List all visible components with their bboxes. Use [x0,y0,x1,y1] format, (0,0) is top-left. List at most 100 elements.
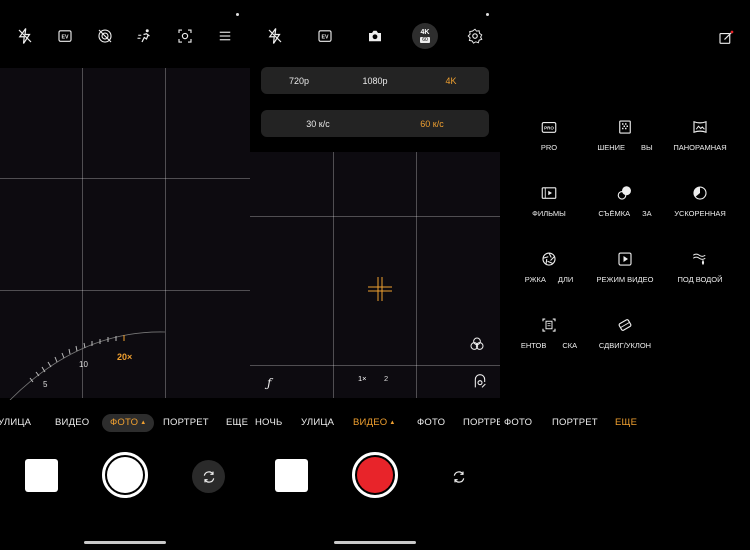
video-screen: EV 4K 60 720p 1080p 4K 30 к/с 60 к/с ƒ 1… [250,0,500,550]
mode-label: РЕЖИМ ВИДЕО [596,275,654,284]
shutter-inner [107,457,143,493]
gear-icon[interactable] [463,24,487,48]
stabilization-icon[interactable] [472,374,488,390]
status-dot [236,13,239,16]
mode-dual-view[interactable]: СЪЁМКА ЗА [585,183,665,223]
switch-camera-button[interactable] [442,460,475,493]
zoom-tick-active[interactable]: 20× [117,352,132,362]
framerate-option-30[interactable]: 30 к/с [261,119,375,129]
mode-photo[interactable]: ФОТО ▲ [102,414,155,432]
mode-underwater[interactable]: ПОД ВОДОЙ [660,249,740,289]
mode-label-part: ЕНТОВ [520,341,547,350]
mode-label: ПОД ВОДОЙ [677,275,723,284]
mode-portrait[interactable]: ПОРТРЕ [463,414,500,432]
grid-line [250,216,500,217]
zoom-tick-10: 10 [79,360,88,369]
resolution-option-4k[interactable]: 4K [413,76,489,86]
mode-video[interactable]: ВИДЕО ▲ [353,414,395,432]
edit-icon[interactable] [714,26,738,50]
long-exposure-icon [539,249,559,269]
resolution-option-720p[interactable]: 720p [261,76,337,86]
mode-long-exposure[interactable]: РЖКА ДЛИ [509,249,589,289]
mode-label-part: СКА [562,341,578,350]
svg-text:PRO: PRO [544,126,554,131]
resolution-badge[interactable]: 4K 60 [412,23,438,49]
more-modes-screen: PRO PRO ШЕНИЕ ВЫ ПАНОРАМНАЯ ФИЛЬМЫ СЪЁМКА… [500,0,750,550]
switch-camera-icon [453,470,464,483]
mode-portrait[interactable]: ПОРТРЕТ [163,414,209,432]
screens: EV 5 10 20× УЛИЦА ВИДЕО ФОТО ▲ ПОРТРЕТ Е… [0,0,750,550]
mode-highres[interactable]: ШЕНИЕ ВЫ [585,117,665,157]
mode-label-part: ШЕНИЕ [597,143,626,152]
grid-line [333,152,334,398]
mode-photo[interactable]: ФОТО [417,414,445,432]
grid-line [416,152,417,398]
mode-street[interactable]: УЛИЦА [0,414,31,432]
mode-more[interactable]: ЕЩЕ [615,414,637,432]
mode-panorama[interactable]: ПАНОРАМНАЯ [660,117,740,157]
home-indicator[interactable] [84,541,166,544]
mode-document-scan[interactable]: ЕНТОВ СКА [509,315,589,355]
mode-label: РЖКА ДЛИ [509,275,589,284]
film-icon [539,183,559,203]
resolution-selector: 720p 1080p 4K [261,67,489,94]
camera-icon[interactable] [363,24,387,48]
motion-icon[interactable] [133,24,157,48]
macro-icon[interactable] [173,24,197,48]
mode-street[interactable]: УЛИЦА [301,414,334,432]
mode-portrait[interactable]: ПОРТРЕТ [552,414,598,432]
mode-photo-label: ФОТО [110,417,139,428]
flash-off-icon[interactable] [263,24,287,48]
photo-screen: EV 5 10 20× УЛИЦА ВИДЕО ФОТО ▲ ПОРТРЕТ Е… [0,0,250,550]
mode-film[interactable]: ФИЛЬМЫ [509,183,589,223]
mode-label-part: ДЛИ [557,275,574,284]
aperture-label[interactable]: ƒ [267,376,271,390]
mode-label: ФИЛЬМЫ [532,209,566,218]
mode-pro[interactable]: PRO PRO [509,117,589,157]
caret-icon: ▲ [140,420,147,426]
live-photo-off-icon[interactable] [93,24,117,48]
ev-icon[interactable]: EV [53,24,77,48]
home-indicator[interactable] [334,541,416,544]
shutter-button[interactable] [102,452,148,498]
zoom-dial[interactable]: 5 10 20× [0,320,250,401]
mode-photo[interactable]: ФОТО [504,414,532,432]
mode-label: СЪЁМКА ЗА [585,209,665,218]
ev-icon[interactable]: EV [313,24,337,48]
gallery-thumbnail[interactable] [25,459,58,492]
ev-label: EV [61,35,69,41]
mode-label-part: СЪЁМКА [598,209,631,218]
zoom-1x[interactable]: 1× [358,374,367,383]
focus-crosshair-icon [368,277,392,301]
mode-strip: НОЧЬ УЛИЦА ВИДЕО ▲ ФОТО ПОРТРЕ [250,414,500,432]
flash-off-icon[interactable] [13,24,37,48]
switch-camera-button[interactable] [192,460,225,493]
pro-mode-icon: PRO [539,117,559,137]
zoom-2x[interactable]: 2 [384,374,388,383]
caret-icon: ▲ [389,420,396,426]
mode-tilt-shift[interactable]: СДВИГ/УКЛОН [585,315,665,355]
filter-icon[interactable] [469,336,485,352]
mode-night[interactable]: НОЧЬ [255,414,282,432]
panorama-icon [690,117,710,137]
framerate-option-60[interactable]: 60 к/с [375,119,489,129]
mode-label-part: ЗА [642,209,652,218]
grid-line [250,365,500,366]
record-button[interactable] [352,452,398,498]
video-mode-icon [615,249,635,269]
underwater-icon [690,249,710,269]
gallery-thumbnail[interactable] [275,459,308,492]
resolution-option-1080p[interactable]: 1080p [337,76,413,86]
mode-more[interactable]: ЕЩЕ [226,414,248,432]
viewfinder[interactable]: ƒ 1× 2 [250,152,500,398]
menu-icon[interactable] [213,24,237,48]
mode-label: ШЕНИЕ ВЫ [585,143,665,152]
photo-toolbar: EV [0,24,250,52]
mode-timelapse[interactable]: УСКОРЕННАЯ [660,183,740,223]
mode-strip: ФОТО ПОРТРЕТ ЕЩЕ [500,414,750,432]
mode-label: ЕНТОВ СКА [509,341,589,350]
dual-view-icon [615,183,635,203]
mode-video[interactable]: ВИДЕО [55,414,89,432]
highres-icon [615,117,635,137]
mode-video-mode[interactable]: РЕЖИМ ВИДЕО [585,249,665,289]
